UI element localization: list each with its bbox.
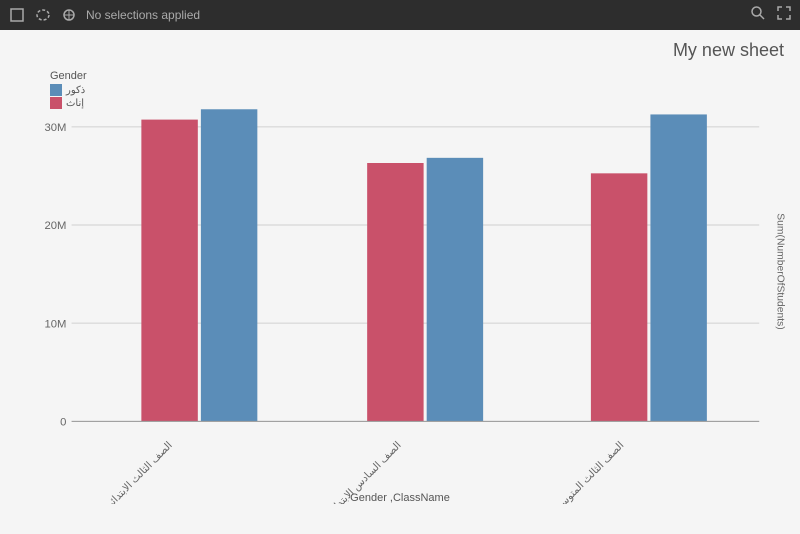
search-icon[interactable] — [750, 5, 766, 26]
toolbar: No selections applied — [0, 0, 800, 30]
chart-container: Gender ذكور إناث 0 — [10, 70, 790, 504]
toolbar-right — [750, 5, 792, 26]
bar-group1-male — [201, 109, 257, 421]
lasso-icon[interactable] — [34, 6, 52, 24]
bar-group3-male — [650, 114, 706, 421]
svg-text:30M: 30M — [45, 122, 67, 134]
snap-icon[interactable] — [60, 6, 78, 24]
bar-group2-female — [367, 163, 423, 421]
selection-icon[interactable] — [8, 6, 26, 24]
svg-text:10M: 10M — [45, 318, 67, 330]
svg-text:Sum(NumberOfStudents): Sum(NumberOfStudents) — [775, 213, 786, 329]
bar-group1-female — [141, 120, 197, 422]
svg-text:0: 0 — [60, 416, 66, 428]
main-area: My new sheet Gender ذكور إناث — [0, 30, 800, 534]
expand-icon[interactable] — [776, 5, 792, 26]
toolbar-left: No selections applied — [8, 6, 200, 24]
chart-svg: 0 10M 20M 30M Sum(NumberOfStudents) — [10, 70, 790, 504]
x-axis-label: Gender ,ClassName — [10, 492, 790, 504]
toolbar-status: No selections applied — [86, 8, 200, 22]
sheet-title: My new sheet — [673, 40, 784, 61]
svg-text:20M: 20M — [45, 220, 67, 232]
bar-group3-female — [591, 173, 647, 421]
bar-group2-male — [427, 158, 483, 422]
